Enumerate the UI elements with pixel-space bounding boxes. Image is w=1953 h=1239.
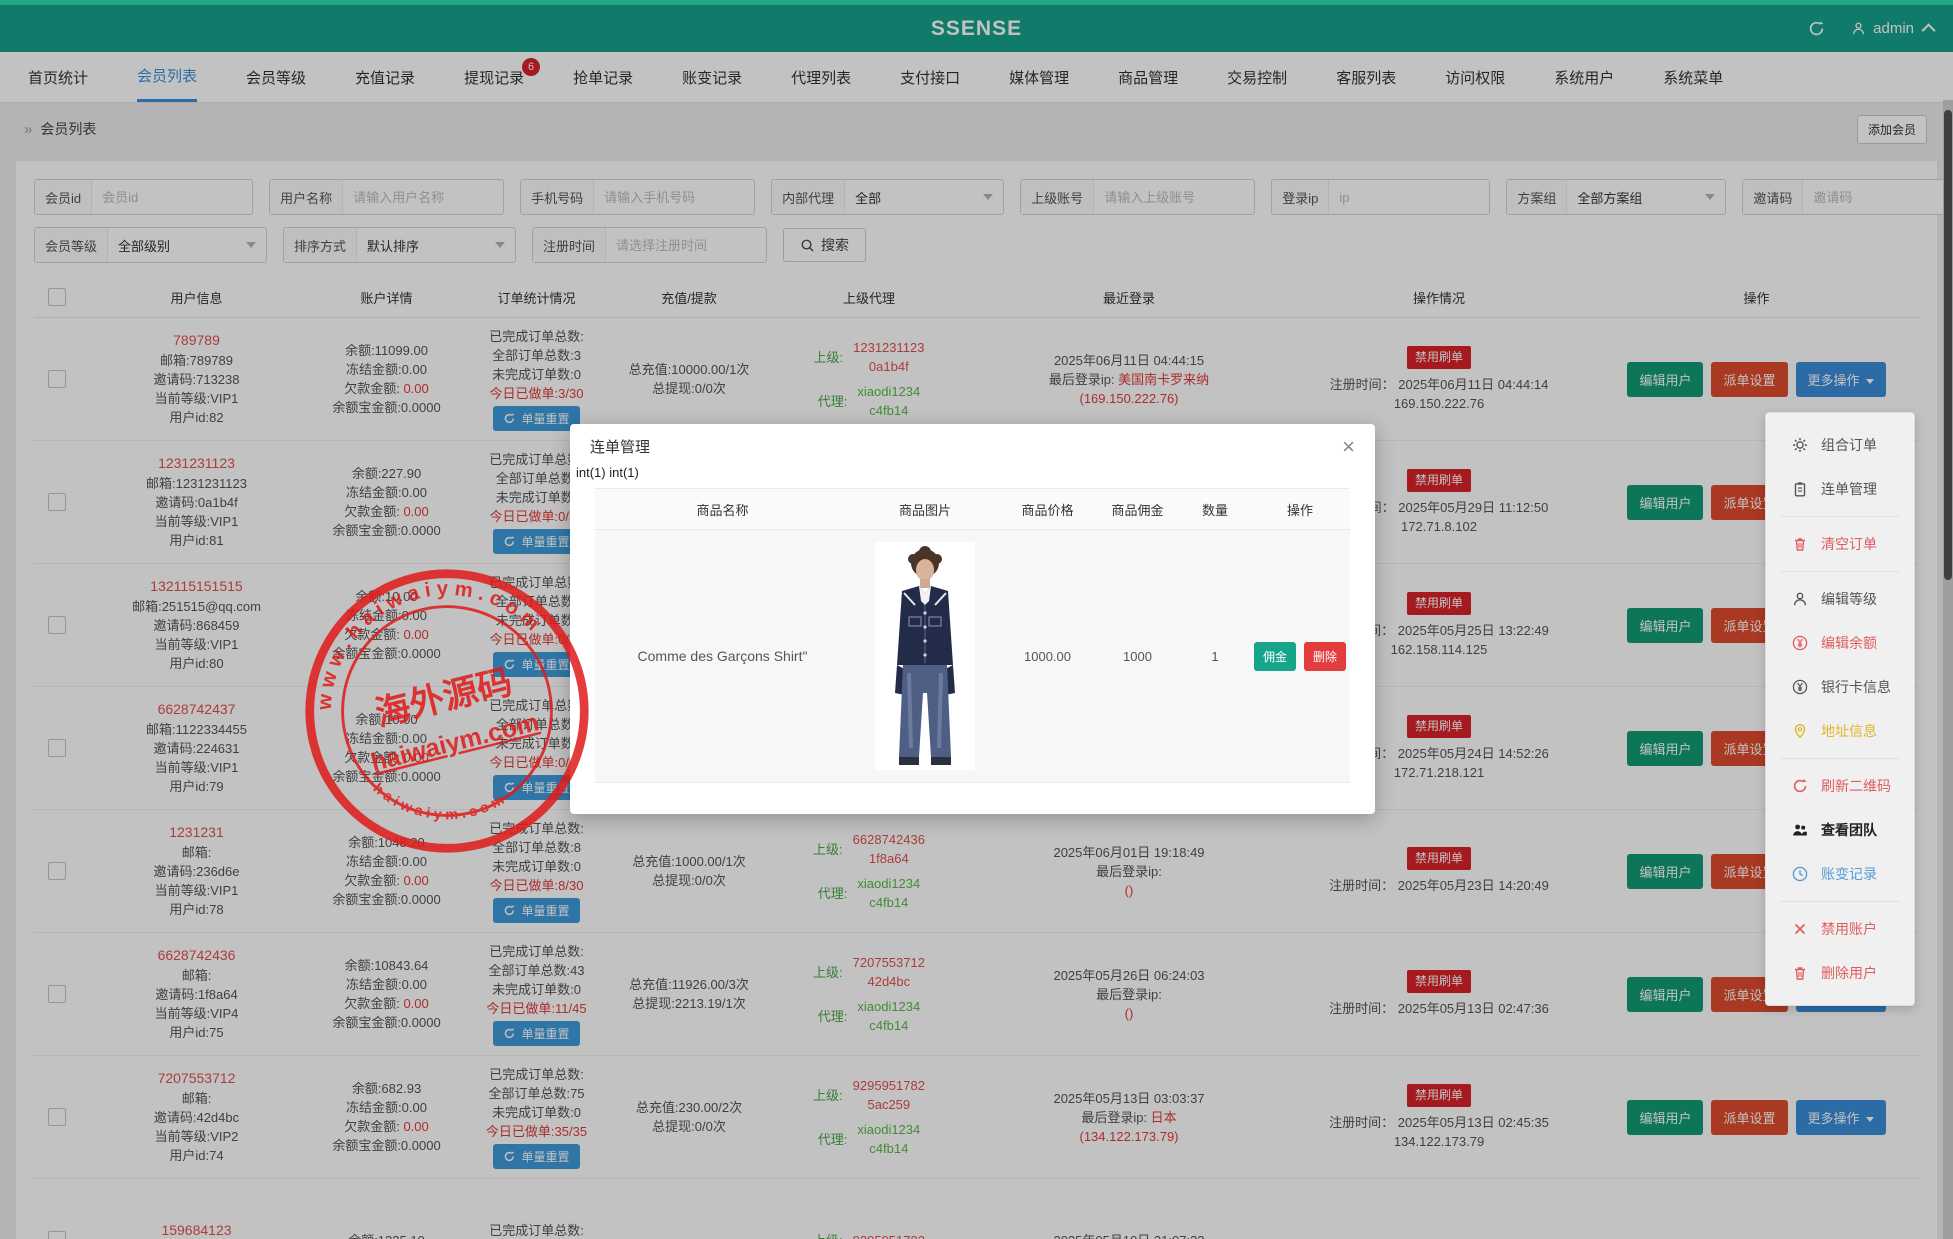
menu-item[interactable]: 禁用账户 bbox=[1766, 907, 1914, 951]
modal-column-header: 商品图片 bbox=[850, 500, 1000, 519]
modal-title: 连单管理 bbox=[590, 436, 650, 457]
delete-button[interactable]: 删除 bbox=[1304, 642, 1346, 671]
scrollbar-thumb[interactable] bbox=[1944, 110, 1952, 580]
modal-column-header: 商品价格 bbox=[1000, 500, 1095, 519]
commission-button[interactable]: 佣金 bbox=[1254, 642, 1296, 671]
menu-item[interactable]: 删除用户 bbox=[1766, 951, 1914, 995]
menu-item[interactable]: 账变记录 bbox=[1766, 852, 1914, 896]
debug-text: int(1) int(1) bbox=[570, 463, 1375, 488]
menu-item[interactable]: 查看团队 bbox=[1766, 808, 1914, 852]
x-icon bbox=[1792, 921, 1808, 937]
modal-product-table: 商品名称商品图片商品价格商品佣金数量操作 Comme des Garçons S… bbox=[595, 488, 1350, 783]
menu-item[interactable]: 组合订单 bbox=[1766, 423, 1914, 467]
menu-item[interactable]: 编辑余额 bbox=[1766, 621, 1914, 665]
modal-column-header: 商品名称 bbox=[595, 500, 850, 519]
more-actions-menu: 组合订单连单管理清空订单编辑等级编辑余额银行卡信息地址信息刷新二维码查看团队账变… bbox=[1765, 412, 1915, 1006]
product-commission: 1000 bbox=[1095, 649, 1180, 664]
user-icon bbox=[1792, 591, 1808, 607]
yen-icon bbox=[1792, 679, 1808, 695]
menu-item[interactable]: 地址信息 bbox=[1766, 709, 1914, 753]
refresh-icon bbox=[1792, 778, 1808, 794]
modal-product-row: Comme des Garçons Shirt" bbox=[595, 530, 1350, 783]
modal-column-header: 操作 bbox=[1250, 500, 1350, 519]
menu-divider bbox=[1780, 901, 1900, 902]
gear-icon bbox=[1792, 437, 1808, 453]
menu-item[interactable]: 清空订单 bbox=[1766, 522, 1914, 566]
pin-icon bbox=[1792, 723, 1808, 739]
yen-icon bbox=[1792, 635, 1808, 651]
menu-item[interactable]: 银行卡信息 bbox=[1766, 665, 1914, 709]
chain-order-modal: 连单管理 × int(1) int(1) 商品名称商品图片商品价格商品佣金数量操… bbox=[570, 424, 1375, 814]
modal-column-header: 数量 bbox=[1180, 500, 1250, 519]
menu-divider bbox=[1780, 758, 1900, 759]
menu-item[interactable]: 刷新二维码 bbox=[1766, 764, 1914, 808]
menu-divider bbox=[1780, 516, 1900, 517]
trash-icon bbox=[1792, 965, 1808, 981]
modal-column-header: 商品佣金 bbox=[1095, 500, 1180, 519]
product-name: Comme des Garçons Shirt" bbox=[595, 648, 850, 664]
clipboard-icon bbox=[1792, 481, 1808, 497]
page-scrollbar[interactable] bbox=[1943, 100, 1953, 1239]
product-price: 1000.00 bbox=[1000, 649, 1095, 664]
product-image bbox=[875, 542, 975, 770]
modal-table-header: 商品名称商品图片商品价格商品佣金数量操作 bbox=[595, 488, 1350, 530]
product-qty: 1 bbox=[1180, 649, 1250, 664]
team-icon bbox=[1792, 822, 1808, 838]
menu-item[interactable]: 连单管理 bbox=[1766, 467, 1914, 511]
close-icon[interactable]: × bbox=[1342, 438, 1355, 456]
clock-icon bbox=[1792, 866, 1808, 882]
menu-item[interactable]: 编辑等级 bbox=[1766, 577, 1914, 621]
menu-divider bbox=[1780, 571, 1900, 572]
trash-icon bbox=[1792, 536, 1808, 552]
